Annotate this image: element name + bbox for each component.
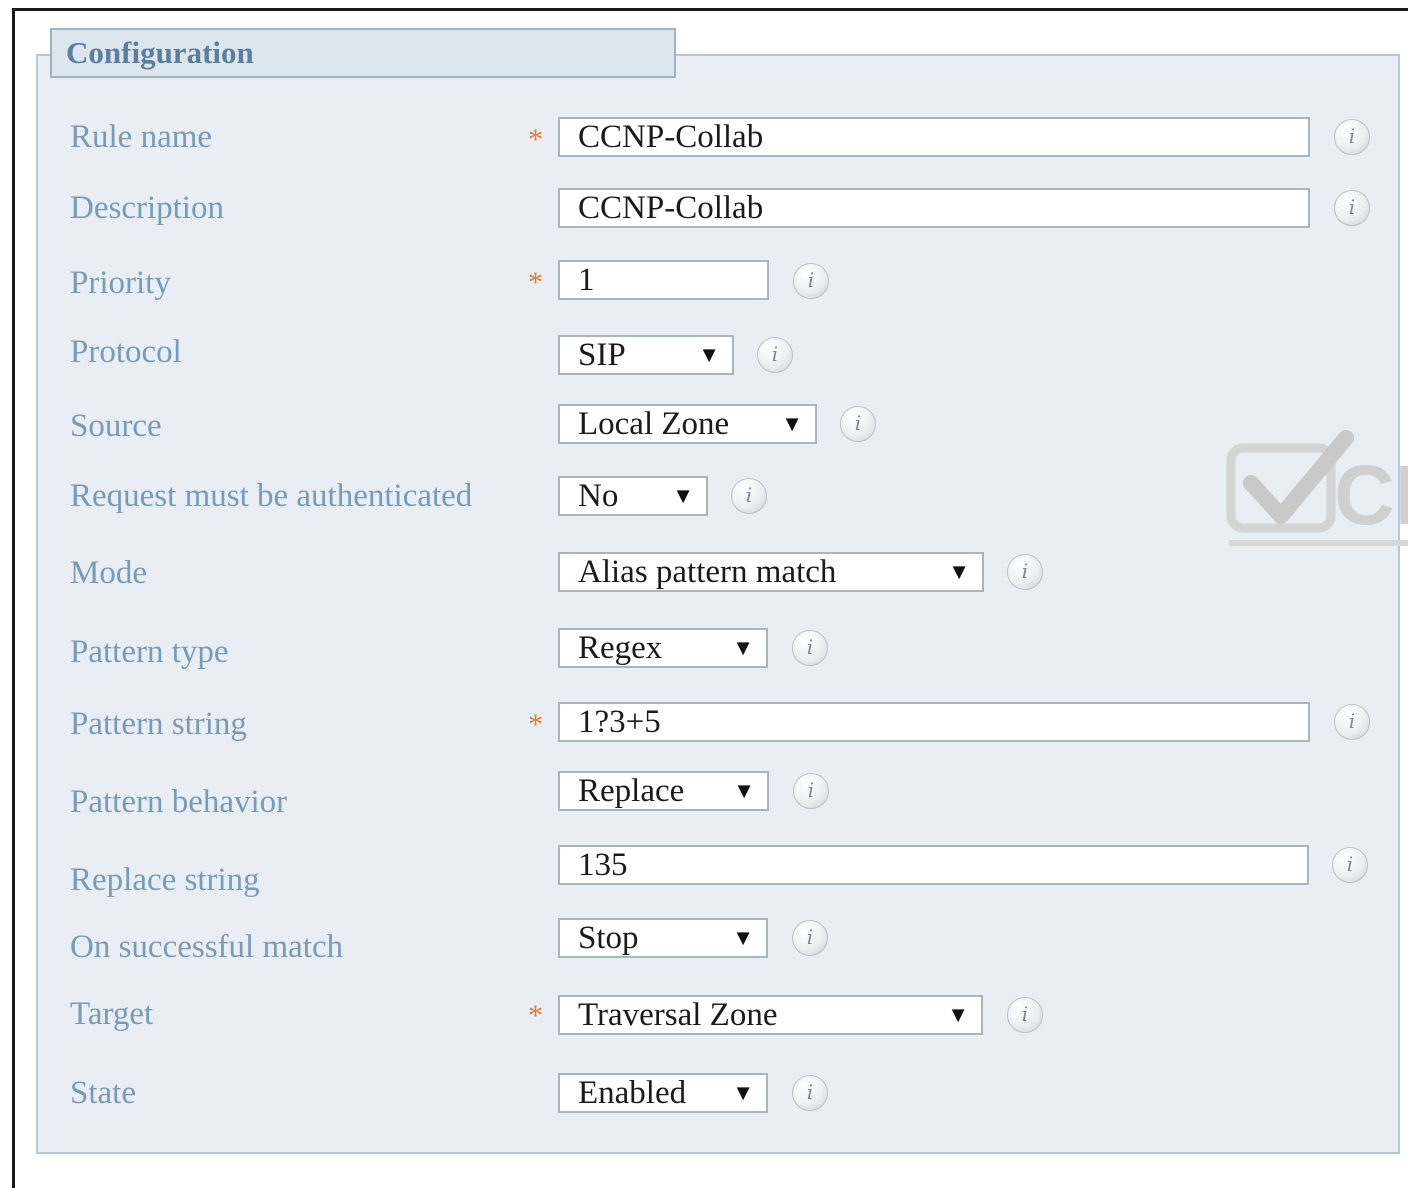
info-icon[interactable]: i [1007,997,1043,1033]
request-authenticated-select-value: No [578,478,619,514]
info-icon[interactable]: i [793,263,829,299]
info-icon[interactable]: i [731,478,767,514]
info-icon[interactable]: i [757,337,793,373]
pattern-string-input[interactable]: 1?3+5 [558,702,1310,742]
pattern-type-select[interactable]: Regex ▼ [558,628,768,668]
section-title: Configuration [50,28,676,78]
rule-name-input[interactable]: CCNP-Collab [558,117,1310,157]
pattern-behavior-label: Pattern behavior [70,784,288,820]
info-icon[interactable]: i [1334,190,1370,226]
pattern-behavior-select[interactable]: Replace ▼ [558,771,769,811]
info-icon[interactable]: i [1332,847,1368,883]
source-select-value: Local Zone [578,406,730,442]
state-select[interactable]: Enabled ▼ [558,1073,768,1113]
state-select-value: Enabled [578,1075,687,1111]
chevron-down-icon: ▼ [732,925,754,950]
chevron-down-icon: ▼ [672,483,694,508]
pattern-type-select-value: Regex [578,630,663,666]
on-successful-match-label: On successful match [70,929,344,965]
mode-label: Mode [70,555,147,591]
source-label: Source [70,408,162,444]
replace-string-input[interactable]: 135 [558,845,1309,885]
target-label: Target [70,996,154,1032]
required-marker: * [528,999,543,1032]
info-icon[interactable]: i [840,406,876,442]
request-authenticated-select[interactable]: No ▼ [558,476,708,516]
watermark-text: CE [1334,448,1408,542]
state-label: State [70,1075,136,1111]
chevron-down-icon: ▼ [947,1002,969,1027]
chevron-down-icon: ▼ [733,778,755,803]
info-icon[interactable]: i [792,1075,828,1111]
info-icon[interactable]: i [1007,554,1043,590]
chevron-down-icon: ▼ [948,559,970,584]
target-select[interactable]: Traversal Zone ▼ [558,995,983,1035]
mode-select[interactable]: Alias pattern match ▼ [558,552,984,592]
info-icon[interactable]: i [792,920,828,956]
chevron-down-icon: ▼ [732,1080,754,1105]
description-label: Description [70,190,224,226]
pattern-type-label: Pattern type [70,634,229,670]
required-marker: * [528,266,543,299]
source-select[interactable]: Local Zone ▼ [558,404,817,444]
replace-string-label: Replace string [70,862,260,898]
on-successful-match-select-value: Stop [578,920,639,956]
info-icon[interactable]: i [1334,119,1370,155]
pattern-behavior-select-value: Replace [578,773,685,809]
pattern-string-label: Pattern string [70,706,247,742]
description-input[interactable]: CCNP-Collab [558,188,1310,228]
request-authenticated-label: Request must be authenticated [70,478,473,514]
on-successful-match-select[interactable]: Stop ▼ [558,918,768,958]
watermark-logo: CE [1226,430,1408,546]
chevron-down-icon: ▼ [781,411,803,436]
chevron-down-icon: ▼ [732,635,754,660]
info-icon[interactable]: i [793,773,829,809]
rule-name-label: Rule name [70,119,213,155]
info-icon[interactable]: i [1334,704,1370,740]
mode-select-value: Alias pattern match [578,554,837,590]
chevron-down-icon: ▼ [698,342,720,367]
required-marker: * [528,708,543,741]
priority-label: Priority [70,265,171,301]
info-icon[interactable]: i [792,630,828,666]
target-select-value: Traversal Zone [578,997,778,1033]
priority-input[interactable]: 1 [558,260,769,300]
protocol-select[interactable]: SIP ▼ [558,335,734,375]
protocol-select-value: SIP [578,337,626,373]
protocol-label: Protocol [70,334,182,370]
required-marker: * [528,123,543,156]
